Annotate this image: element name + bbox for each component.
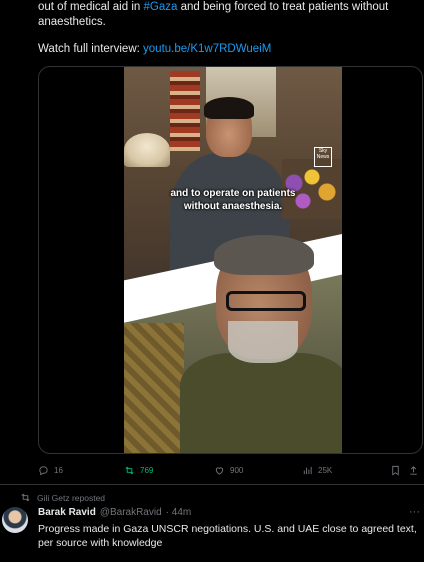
views-icon xyxy=(303,466,312,474)
tweet-line-1-suffix: and being forced to treat patients witho… xyxy=(177,1,389,13)
share-icon xyxy=(410,465,417,475)
doctor-glasses xyxy=(226,291,306,311)
tweet-body: Progress made in Gaza UNSCR negotiations… xyxy=(38,523,417,549)
author-handle[interactable]: @BarakRavid xyxy=(100,507,162,518)
doctor-beard xyxy=(228,321,298,363)
interview-link[interactable]: youtu.be/K1w7RDWueiM xyxy=(143,43,271,55)
share-button[interactable] xyxy=(408,462,419,478)
video-frame[interactable]: Sky News and to operate on patients with… xyxy=(124,67,342,453)
rug xyxy=(124,323,184,453)
tweet-text: out of medical aid in #Gaza and being fo… xyxy=(38,0,418,57)
sky-news-watermark: Sky News xyxy=(314,147,332,167)
tweet-line-1-prefix: out of medical aid in xyxy=(38,1,144,13)
tweet-time[interactable]: · 44m xyxy=(166,507,192,518)
bookmark-button[interactable] xyxy=(390,462,401,478)
tweet-separator xyxy=(0,484,424,485)
view-count: 25K xyxy=(318,465,333,475)
interviewer-hair xyxy=(204,97,254,119)
like-icon xyxy=(215,466,224,475)
hashtag-gaza[interactable]: #Gaza xyxy=(143,1,177,13)
reply-button[interactable]: 16 xyxy=(38,462,63,478)
video-caption: and to operate on patients without anaes… xyxy=(124,187,342,213)
caption-line-2: without anaesthesia. xyxy=(183,201,283,212)
doctor-shirt xyxy=(180,353,342,453)
doctor xyxy=(180,235,342,453)
reply-count: 16 xyxy=(54,465,63,475)
watch-label: Watch full interview: xyxy=(38,43,144,55)
tweet-actions: 16 769 900 25K xyxy=(38,462,421,478)
bookmark-icon xyxy=(392,465,399,475)
like-count: 900 xyxy=(230,465,244,475)
more-options-button[interactable]: ··· xyxy=(409,506,420,518)
author-name[interactable]: Barak Ravid xyxy=(38,507,96,518)
retweet-icon xyxy=(125,466,134,474)
repost-label: Gili Getz reposted xyxy=(37,492,106,503)
views-button[interactable]: 25K xyxy=(302,462,332,478)
doctor-hair xyxy=(214,235,314,275)
tweet-line-2: anaesthetics. xyxy=(38,16,106,28)
retweet-button[interactable]: 769 xyxy=(124,462,153,478)
repost-icon xyxy=(21,493,30,502)
tweet-line-1: out of medical aid in #Gaza and being fo… xyxy=(38,0,418,15)
watch-line: Watch full interview: youtu.be/K1w7RDWue… xyxy=(38,42,418,57)
video-player[interactable]: Sky News and to operate on patients with… xyxy=(38,66,423,454)
like-button[interactable]: 900 xyxy=(214,462,243,478)
repost-indicator[interactable]: Gili Getz reposted xyxy=(20,492,105,503)
tweet-header: Barak Ravid @BarakRavid · 44m xyxy=(38,507,191,518)
caption-line-1: and to operate on patients xyxy=(170,188,296,199)
avatar[interactable] xyxy=(2,507,28,533)
retweet-count: 769 xyxy=(140,465,154,475)
reply-icon xyxy=(39,465,48,475)
